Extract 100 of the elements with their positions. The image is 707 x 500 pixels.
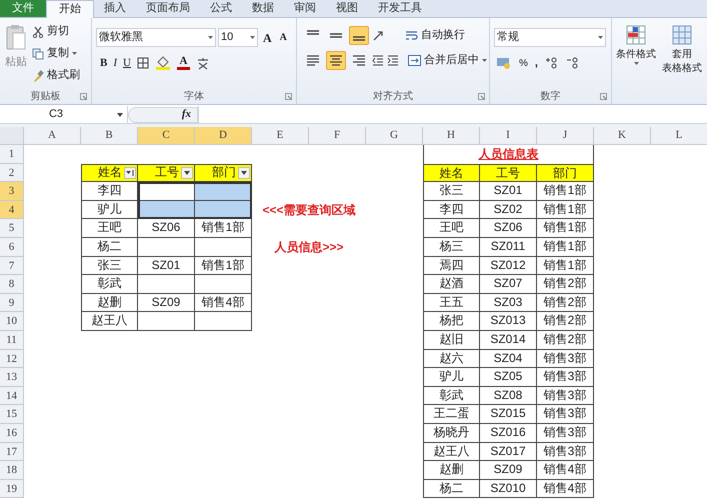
- column-header[interactable]: L: [651, 127, 707, 145]
- wrap-text-button[interactable]: 自动换行: [405, 27, 465, 44]
- comma-button[interactable]: ,: [534, 55, 538, 72]
- bold-button[interactable]: B: [100, 55, 108, 72]
- row-header[interactable]: 5: [0, 219, 24, 238]
- insert-function-button[interactable]: fx: [182, 106, 191, 123]
- table-format-button[interactable]: 套用 表格格式: [662, 24, 702, 104]
- filter-button[interactable]: [181, 166, 193, 179]
- table-cell: 销售3部: [537, 350, 594, 368]
- clipboard-button[interactable]: 格式刷: [32, 66, 80, 85]
- number-format-field[interactable]: 常规: [494, 28, 606, 47]
- merge-cells-icon: [408, 55, 421, 66]
- row-header[interactable]: 8: [0, 275, 24, 294]
- table-cell: 赵删: [81, 294, 138, 312]
- dialog-launcher-icon[interactable]: [478, 93, 485, 100]
- row-header[interactable]: 13: [0, 368, 24, 387]
- caret-icon: [184, 170, 190, 175]
- name-box[interactable]: C3: [0, 106, 128, 123]
- align-button[interactable]: [326, 51, 346, 70]
- column-header-cell: 姓名: [81, 164, 138, 182]
- table-cell: 驴儿: [81, 200, 138, 220]
- sort-filter-icon: [126, 168, 134, 177]
- ribbon-tab[interactable]: 公式: [200, 0, 242, 17]
- row-header[interactable]: 11: [0, 330, 24, 350]
- grow-font-button[interactable]: A: [260, 28, 275, 46]
- table-cell: SZ012: [480, 256, 537, 276]
- row-header[interactable]: 16: [0, 424, 24, 442]
- column-header[interactable]: I: [480, 127, 537, 145]
- percent-button[interactable]: %: [519, 56, 528, 71]
- font-size-field[interactable]: 10: [218, 28, 258, 47]
- align-button[interactable]: [349, 26, 369, 45]
- ribbon-tab[interactable]: 开发工具: [368, 0, 432, 17]
- row-header[interactable]: 18: [0, 461, 24, 480]
- column-header-cell: 姓名: [423, 164, 480, 182]
- column-header[interactable]: A: [24, 127, 81, 145]
- dialog-launcher-icon[interactable]: [80, 93, 87, 100]
- decrease-indent-icon[interactable]: [372, 55, 384, 66]
- ribbon-tab[interactable]: 插入: [94, 0, 136, 17]
- column-header[interactable]: D: [195, 127, 252, 145]
- ribbon-tab[interactable]: 数据: [242, 0, 284, 17]
- font-color-button[interactable]: A: [176, 56, 190, 70]
- column-header[interactable]: J: [537, 127, 594, 145]
- clipboard-icon: [5, 24, 27, 52]
- merge-center-button[interactable]: 合并后居中: [408, 52, 487, 69]
- row-header[interactable]: 1: [0, 145, 24, 164]
- column-header[interactable]: H: [423, 127, 480, 145]
- ribbon-tab[interactable]: 开始: [46, 0, 94, 18]
- dialog-launcher-icon[interactable]: [285, 93, 292, 100]
- row-header[interactable]: 7: [0, 256, 24, 276]
- ribbon-tab[interactable]: 视图: [326, 0, 368, 17]
- increase-indent-icon[interactable]: [387, 55, 399, 66]
- clipboard-button[interactable]: 复制: [32, 44, 80, 63]
- row-header[interactable]: 4: [0, 200, 24, 220]
- fill-bucket-icon[interactable]: [154, 56, 171, 70]
- underline-button[interactable]: U: [123, 55, 131, 72]
- italic-button[interactable]: I: [113, 55, 118, 72]
- column-header[interactable]: F: [309, 127, 366, 145]
- ribbon-tab[interactable]: 文件: [0, 0, 46, 17]
- row-header[interactable]: 19: [0, 480, 24, 498]
- font-name-field[interactable]: 微软雅黑: [96, 28, 216, 47]
- column-header[interactable]: E: [252, 127, 309, 145]
- table-cell: 销售3部: [537, 442, 594, 462]
- filter-button[interactable]: [238, 166, 250, 179]
- table-cell: 销售4部: [537, 461, 594, 480]
- column-header[interactable]: G: [366, 127, 423, 145]
- increase-decimal-icon[interactable]: [544, 57, 559, 70]
- row-header[interactable]: 15: [0, 405, 24, 424]
- table-cell: 焉四: [423, 256, 480, 276]
- column-header-cell: 部门: [537, 164, 594, 182]
- table-cell: 张三: [81, 256, 138, 276]
- phonetic-icon[interactable]: [196, 56, 210, 70]
- column-header[interactable]: B: [81, 127, 138, 145]
- row-header[interactable]: 2: [0, 164, 24, 182]
- column-header-cell: 部门: [195, 164, 252, 182]
- borders-icon[interactable]: [136, 57, 149, 70]
- table-cell: 赵王八: [423, 442, 480, 462]
- row-header[interactable]: 10: [0, 312, 24, 331]
- table-cell: SZ02: [480, 200, 537, 220]
- row-header[interactable]: 14: [0, 386, 24, 406]
- dialog-launcher-icon[interactable]: [600, 93, 607, 100]
- column-header[interactable]: K: [594, 127, 651, 145]
- table-cell: SZ016: [480, 424, 537, 442]
- row-header[interactable]: 17: [0, 442, 24, 462]
- caret-icon: [482, 59, 487, 62]
- row-header[interactable]: 9: [0, 294, 24, 312]
- decrease-decimal-icon[interactable]: [566, 57, 580, 70]
- table-cell: 王吧: [423, 219, 480, 238]
- row-header[interactable]: 12: [0, 350, 24, 368]
- ribbon-tab[interactable]: 页面布局: [136, 0, 200, 17]
- column-header-cell: 工号: [480, 164, 537, 182]
- row-header[interactable]: 3: [0, 182, 24, 201]
- row-header[interactable]: 6: [0, 238, 24, 257]
- column-header[interactable]: C: [138, 127, 195, 145]
- clipboard-button[interactable]: 剪切: [32, 22, 80, 41]
- shrink-font-button[interactable]: A: [276, 30, 290, 45]
- table-cell: 销售3部: [537, 386, 594, 406]
- conditional-format-button[interactable]: 条件格式: [616, 24, 656, 104]
- ribbon-tab[interactable]: 审阅: [284, 0, 326, 17]
- filter-button[interactable]: [124, 166, 136, 179]
- caret-icon: [117, 112, 123, 116]
